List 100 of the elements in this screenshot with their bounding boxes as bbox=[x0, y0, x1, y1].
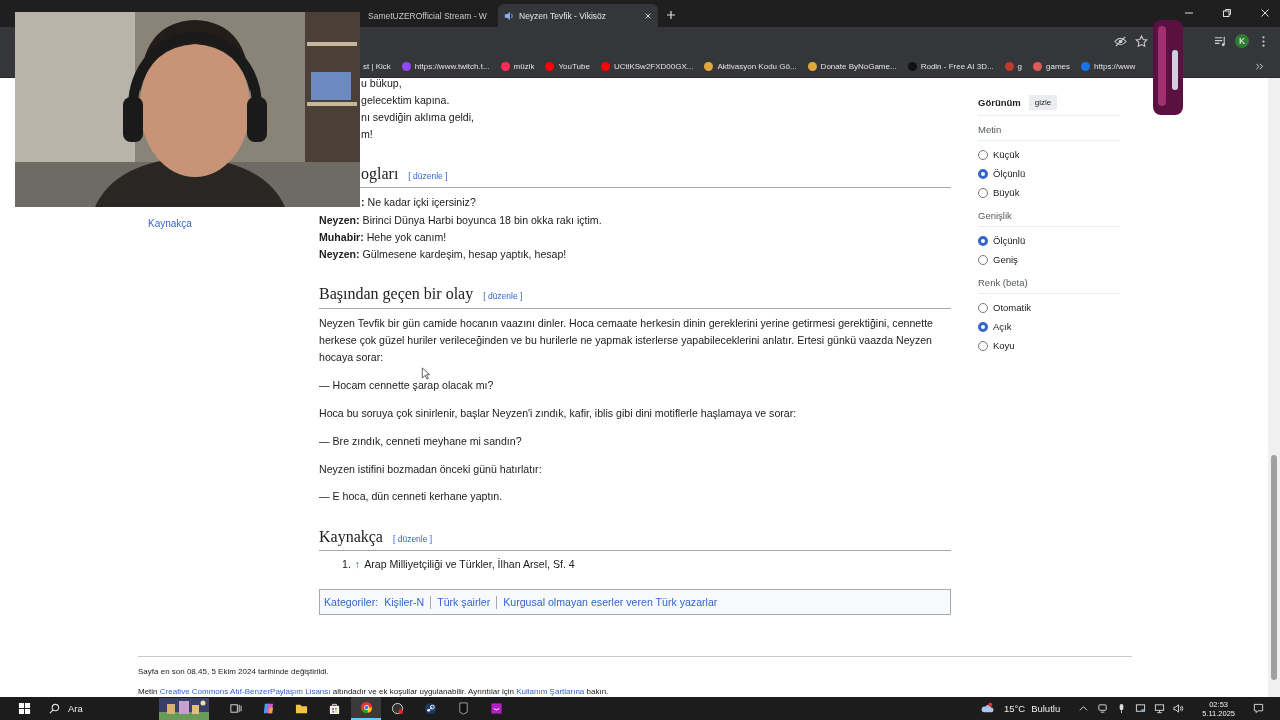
category-link[interactable]: Kurgusal olmayan eserler veren Türk yazarlar bbox=[503, 593, 718, 611]
radio-button[interactable] bbox=[978, 340, 988, 351]
bookmark[interactable]: st | Kick bbox=[363, 61, 391, 71]
paragraph: Neyzen Tevfik bir gün camide hocanın vaazını dinler. Hoca cemaate herkesin dinin gereklerini yerine getirmesi gerektiğini, cennette herkese çok güzel huriler verileceğinden ve bu hurilerle ne yapmak isterlerse yapabileceklerini anlatır. Ertesi günkü vaazda Neyzen hocaya sorar: bbox=[319, 315, 934, 366]
group-label: Metin bbox=[978, 122, 1120, 141]
weather-text: Bulutlu bbox=[1031, 703, 1061, 714]
dialogue-line: Muhabir: Hehe yok canım! bbox=[319, 229, 448, 245]
shopping-bag-icon[interactable] bbox=[328, 702, 341, 715]
group-label: Genişlik bbox=[978, 208, 1120, 227]
profile-avatar[interactable]: K bbox=[1235, 34, 1249, 48]
camera-icon[interactable] bbox=[1097, 703, 1109, 714]
browser-tab[interactable]: Neyzen Tevfik - Vikisöz bbox=[498, 4, 658, 27]
dialogue-line: Neyzen: Birinci Dünya Harbi boyunca 18 bin okka rakı içtim. bbox=[319, 212, 603, 228]
shield-app-icon[interactable] bbox=[457, 702, 470, 715]
windows-icon[interactable] bbox=[18, 702, 31, 715]
search-field[interactable]: Ara bbox=[49, 703, 159, 714]
license-link[interactable]: Kullanım Şartlarına bbox=[516, 687, 585, 696]
hide-button[interactable]: gizle bbox=[1028, 95, 1058, 110]
paragraph: — Hocam cennette şarap olacak mı? bbox=[319, 378, 495, 394]
bookmark[interactable]: Rodin - Free AI 3D... bbox=[907, 61, 994, 71]
star-icon[interactable] bbox=[1135, 34, 1148, 48]
copilot-icon[interactable] bbox=[262, 702, 275, 715]
license-link[interactable]: Creative Commons Atıf-BenzerPaylaşım Lisansı bbox=[159, 687, 331, 696]
bookmark[interactable]: UCtlKSw2FXD00GX... bbox=[600, 61, 694, 71]
cloud-icon bbox=[980, 702, 994, 715]
bookmark[interactable]: YouTube bbox=[545, 61, 590, 71]
group-label: Renk (beta) bbox=[978, 275, 1120, 294]
dialogue-line: Neyzen: Gülmesene kardeşim, hesap yaptık, hesap! bbox=[319, 247, 568, 263]
square-app-icon[interactable] bbox=[490, 702, 503, 715]
option-label: Ölçünlü bbox=[993, 235, 1026, 246]
edit-link[interactable]: [ düzenle ] bbox=[408, 168, 448, 186]
option-label: Küçük bbox=[993, 149, 1020, 160]
notification-icon[interactable] bbox=[1253, 703, 1264, 714]
restore-icon[interactable] bbox=[1222, 8, 1232, 18]
close-icon[interactable] bbox=[1260, 8, 1270, 18]
bookmark[interactable]: müzik bbox=[500, 61, 535, 71]
task-view-icon[interactable] bbox=[229, 702, 242, 715]
poem-line: m! bbox=[360, 127, 374, 142]
media-icon[interactable] bbox=[1214, 34, 1227, 48]
paragraph: — E hoca, dün cenneti kerhane yaptın. bbox=[319, 489, 504, 505]
reference-number: 1. bbox=[342, 556, 351, 572]
option-label: Ölçünlü bbox=[993, 168, 1026, 179]
license-text: Metin Creative Commons Atıf-BenzerPaylaşım Lisansı altındadır ve ek koşullar uygulanabilir. Ayrıntılar için Kullanım Şartlarına bakın. bbox=[138, 687, 610, 698]
categories-link[interactable]: Kategoriler: bbox=[324, 593, 379, 611]
browser-tab[interactable]: SametUZEROfficial Stream - W bbox=[362, 4, 498, 27]
browser-taskbar-button[interactable] bbox=[351, 697, 381, 720]
category-link[interactable]: Kişiler-N bbox=[384, 593, 425, 611]
network-icon[interactable] bbox=[1154, 703, 1166, 714]
option-label: Koyu bbox=[993, 340, 1015, 351]
section-heading: ogları bbox=[361, 164, 399, 185]
section-heading: Kaynakça bbox=[319, 526, 383, 548]
record-app-icon[interactable] bbox=[391, 702, 404, 715]
chevron-icon[interactable] bbox=[1255, 61, 1264, 71]
radio-button[interactable] bbox=[978, 302, 988, 313]
bookmark[interactable]: Aktivasyon Kodu Gö... bbox=[704, 61, 797, 71]
reference-text: Arap Milliyetçiliği ve Türkler, İlhan Arsel, Sf. 4 bbox=[364, 556, 575, 572]
option-label: Açık bbox=[993, 321, 1012, 332]
poem-line: gelecektim kapına. bbox=[360, 93, 451, 108]
cursor-icon bbox=[421, 367, 431, 380]
category-link[interactable]: Türk şairler bbox=[437, 593, 491, 611]
radio-button[interactable] bbox=[978, 168, 988, 179]
option-label: Geniş bbox=[993, 254, 1018, 265]
radio-button[interactable] bbox=[978, 235, 988, 246]
option-label: Otomatik bbox=[993, 302, 1031, 313]
paragraph: Neyzen istifini bozmadan önceki günü hatırlatır: bbox=[319, 461, 543, 477]
speaker-icon bbox=[504, 10, 514, 21]
paragraph: — Bre zındık, cenneti meyhane mi sandın? bbox=[319, 433, 523, 449]
section-heading: Başından geçen bir olay bbox=[319, 284, 474, 305]
radio-button[interactable] bbox=[978, 187, 988, 198]
radio-button[interactable] bbox=[978, 149, 988, 160]
display-icon[interactable] bbox=[1135, 703, 1147, 714]
eye-slash-icon[interactable] bbox=[1114, 34, 1127, 48]
option-label: Büyük bbox=[993, 187, 1020, 198]
temperature-text: 15°C bbox=[1003, 703, 1026, 714]
folder-icon[interactable] bbox=[295, 702, 308, 715]
search-icon bbox=[49, 703, 60, 714]
bookmark[interactable]: games bbox=[1033, 61, 1071, 71]
back-link[interactable]: ↑ bbox=[354, 555, 361, 574]
radio-button[interactable] bbox=[978, 321, 988, 332]
toc-link[interactable]: Kaynakça bbox=[148, 218, 319, 229]
edit-link[interactable]: [ düzenle ] bbox=[392, 530, 433, 548]
new-tab-icon[interactable] bbox=[666, 10, 676, 20]
edit-link[interactable]: [ düzenle ] bbox=[483, 288, 523, 306]
poem-line: u bükup, bbox=[360, 76, 403, 91]
dialogue-line: : Ne kadar içki içersiniz? bbox=[360, 195, 477, 211]
poem-line: nı sevdiğin aklıma geldi, bbox=[360, 110, 476, 125]
scrollbar[interactable] bbox=[1268, 78, 1280, 697]
bookmark[interactable]: Donate ByNoGame... bbox=[807, 61, 897, 71]
panel-title: Görünüm bbox=[978, 97, 1021, 108]
bookmark[interactable]: https://www.twitch.t... bbox=[401, 61, 490, 71]
last-modified-text: Sayfa en son 08.45, 5 Ekim 2024 tarihinde değiştirildi. bbox=[138, 667, 330, 678]
radio-button[interactable] bbox=[978, 254, 988, 265]
chevron-up-icon[interactable] bbox=[1078, 703, 1090, 714]
game-client-icon[interactable] bbox=[424, 702, 437, 715]
bookmark[interactable]: g bbox=[1004, 61, 1023, 71]
paragraph: Hoca bu soruya çok sinirlenir, başlar Neyzen'i zındık, kafir, iblis gibi dini motiflerle haşlamaya ve sorar: bbox=[319, 405, 798, 421]
close-icon[interactable] bbox=[644, 11, 652, 20]
browser-icon bbox=[359, 701, 373, 714]
volume-icon[interactable] bbox=[1173, 703, 1185, 714]
bookmark[interactable]: https://www bbox=[1081, 61, 1136, 71]
